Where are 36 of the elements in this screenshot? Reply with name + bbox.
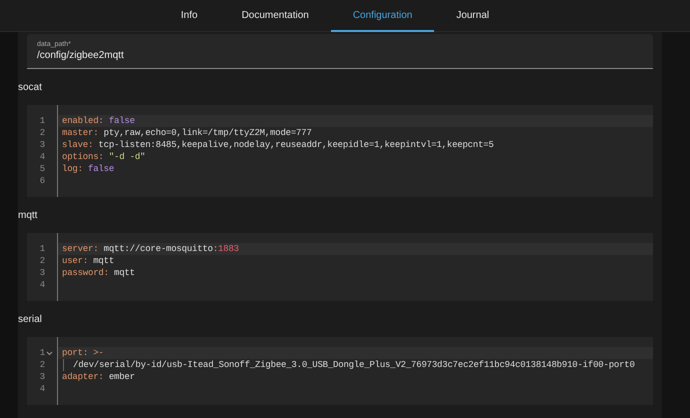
code-editor[interactable]: 1 server: mqtt://core-mosquitto:1883 2 user: mqtt 3 password: mqtt 4 <box>27 233 653 301</box>
code-line: password: mqtt <box>62 267 135 279</box>
line-number: 1 <box>40 115 45 127</box>
code-line: server: mqtt://core-mosquitto:1883 <box>62 243 239 255</box>
section-title: serial <box>18 312 42 326</box>
line-number: 2 <box>40 127 45 139</box>
code-editor[interactable]: 1 enabled: false 2 master: pty,raw,echo=0,link=/tmp/ttyZ2M,mode=777 3 slave: tcp-listen:8485,keepalive,nodelay,reuseaddr,keepidle=1,keepintvl=1,keepcnt=5 4 options: "-d -d" 5 log: false 6 <box>27 105 653 197</box>
code-line: user: mqtt <box>62 255 114 267</box>
line-number: 4 <box>40 151 45 163</box>
line-number: 6 <box>40 175 45 187</box>
code-editor[interactable]: 1 port: >- 2 /dev/serial/by-id/usb-Itead_Sonoff_Zigbee_3.0_USB_Dongle_Plus_V2_76973d3c7ec2ef11bc94c0138148b910-if00-port0 3 adapter: ember 4 <box>27 337 653 405</box>
line-number: 3 <box>40 267 45 279</box>
section-title: mqtt <box>18 208 38 222</box>
line-number: 2 <box>40 359 45 371</box>
code-line: options: "-d -d" <box>62 151 146 163</box>
line-number: 2 <box>40 255 45 267</box>
code-line: log: false <box>62 163 114 175</box>
code-line: adapter: ember <box>62 371 135 383</box>
line-number: 3 <box>40 139 45 151</box>
tab[interactable]: Info <box>158 0 220 32</box>
section-title: socat <box>18 80 42 94</box>
code-line: /dev/serial/by-id/usb-Itead_Sonoff_Zigbee_3.0_USB_Dongle_Plus_V2_76973d3c7ec2ef11bc94c0138148b910-if00-port0 <box>73 359 635 371</box>
code-line: slave: tcp-listen:8485,keepalive,nodelay,reuseaddr,keepidle=1,keepintvl=1,keepcnt=5 <box>62 139 494 151</box>
chevron-down-icon[interactable] <box>46 350 53 356</box>
line-number: 3 <box>40 371 45 383</box>
field-value: /config/zigbee2mqtt <box>37 49 125 62</box>
line-number: 1 <box>40 243 45 255</box>
line-number: 4 <box>40 279 45 291</box>
tab[interactable]: Documentation <box>220 0 331 32</box>
code-line: master: pty,raw,echo=0,link=/tmp/ttyZ2M,mode=777 <box>62 127 312 139</box>
code-line: enabled: false <box>62 115 135 127</box>
tab[interactable]: Journal <box>434 0 512 32</box>
line-number: 4 <box>40 383 45 395</box>
code-line: port: >- <box>62 347 104 359</box>
line-number: 1 <box>40 347 45 359</box>
line-number: 5 <box>40 163 45 175</box>
